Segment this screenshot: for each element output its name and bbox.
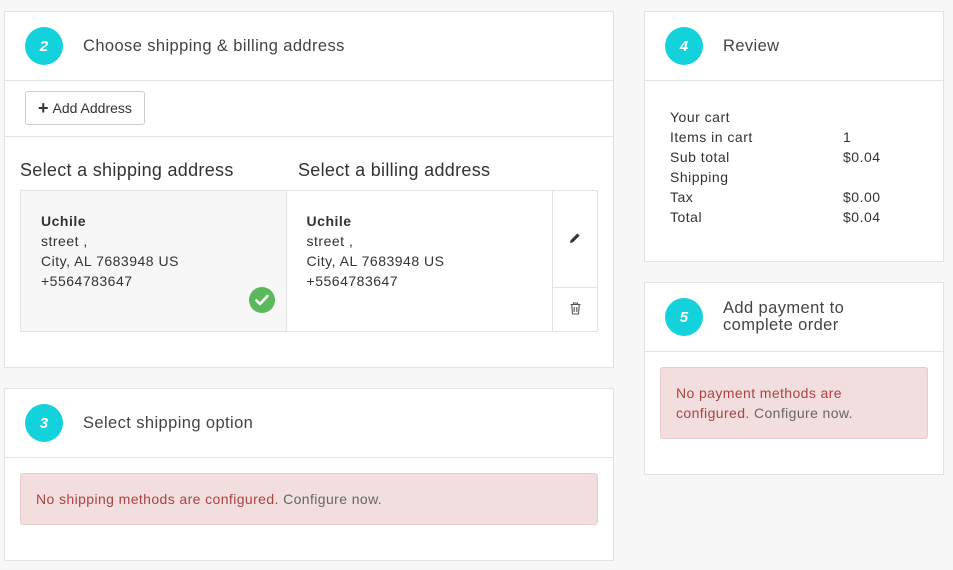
shipping-address-card[interactable]: Uchile street , City, AL 7683948 US +556…: [21, 191, 287, 331]
panel-title: Review: [723, 36, 780, 55]
cart-heading: Your cart: [670, 109, 731, 125]
plus-icon: +: [38, 98, 49, 118]
panel-title: Select shipping option: [83, 413, 254, 432]
configure-now-link[interactable]: Configure now.: [283, 491, 382, 507]
summary-label: Shipping: [670, 169, 729, 185]
review-panel: 4 Review Your cart Items in cart 1 Sub t…: [644, 11, 944, 262]
no-payment-alert: No payment methods are configured. Confi…: [660, 367, 928, 439]
summary-row: Items in cart 1: [670, 127, 881, 147]
address-name: Uchile: [41, 213, 87, 229]
check-circle-icon: [248, 287, 275, 313]
alert-text: No shipping methods are configured.: [36, 491, 279, 507]
address-phone: +5564783647: [306, 273, 399, 289]
edit-address-button[interactable]: [553, 191, 598, 288]
address-city: City, AL 7683948 US: [41, 253, 179, 269]
cart-summary: Your cart Items in cart 1 Sub total $0.0…: [670, 107, 881, 227]
configure-now-link[interactable]: Configure now.: [754, 405, 853, 421]
address-street: street ,: [306, 233, 354, 249]
shipping-address-heading: Select a shipping address: [20, 160, 234, 180]
alert-text: configured.: [676, 405, 750, 421]
summary-row: Total $0.04: [670, 207, 881, 227]
summary-label: Total: [670, 209, 703, 225]
trash-icon: [570, 301, 581, 318]
summary-label: Tax: [670, 189, 694, 205]
summary-row: Tax $0.00: [670, 187, 881, 207]
panel-header: 3 Select shipping option: [5, 389, 613, 458]
address-name: Uchile: [306, 213, 352, 229]
panel-title-line: Add payment to: [723, 299, 845, 317]
shipping-option-panel: 3 Select shipping option No shipping met…: [4, 388, 614, 561]
panel-title: Add payment to complete order: [723, 300, 844, 334]
add-address-button[interactable]: + Add Address: [25, 91, 145, 125]
address-phone: +5564783647: [41, 273, 133, 289]
summary-value: $0.00: [843, 189, 881, 205]
panel-header: 5 Add payment to complete order: [645, 283, 943, 352]
step-badge: 5: [665, 298, 703, 336]
step-badge: 3: [25, 404, 63, 442]
summary-value: $0.04: [843, 149, 881, 165]
step-badge: 2: [25, 27, 63, 65]
summary-value: $0.04: [843, 209, 881, 225]
no-shipping-alert: No shipping methods are configured. Conf…: [20, 473, 598, 525]
billing-address-card[interactable]: Uchile street , City, AL 7683948 US +556…: [287, 191, 553, 331]
step-badge: 4: [665, 27, 703, 65]
panel-title-line: complete order: [723, 316, 839, 334]
summary-row: Sub total $0.04: [670, 147, 881, 167]
pencil-icon: [569, 231, 581, 247]
panel-title: Choose shipping & billing address: [83, 36, 345, 55]
add-address-label: Add Address: [52, 100, 132, 116]
delete-address-button[interactable]: [553, 288, 597, 331]
summary-row: Shipping: [670, 167, 881, 187]
address-list: Uchile street , City, AL 7683948 US +556…: [20, 190, 598, 332]
panel-header: 4 Review: [645, 12, 943, 81]
address-headings: Select a shipping address Select a billi…: [20, 160, 600, 181]
billing-address-heading: Select a billing address: [298, 160, 491, 180]
summary-label: Items in cart: [670, 129, 753, 145]
alert-text-line: configured. Configure now.: [676, 403, 927, 423]
payment-panel: 5 Add payment to complete order No payme…: [644, 282, 944, 475]
address-actions: [552, 191, 598, 331]
address-city: City, AL 7683948 US: [306, 253, 445, 269]
summary-value: 1: [843, 129, 852, 145]
add-address-row: + Add Address: [5, 81, 613, 137]
address-street: street ,: [41, 233, 88, 249]
summary-label: Sub total: [670, 149, 730, 165]
shipping-billing-panel: 2 Choose shipping & billing address + Ad…: [4, 11, 614, 368]
panel-header: 2 Choose shipping & billing address: [5, 12, 613, 81]
alert-text: No payment methods are: [676, 385, 842, 401]
